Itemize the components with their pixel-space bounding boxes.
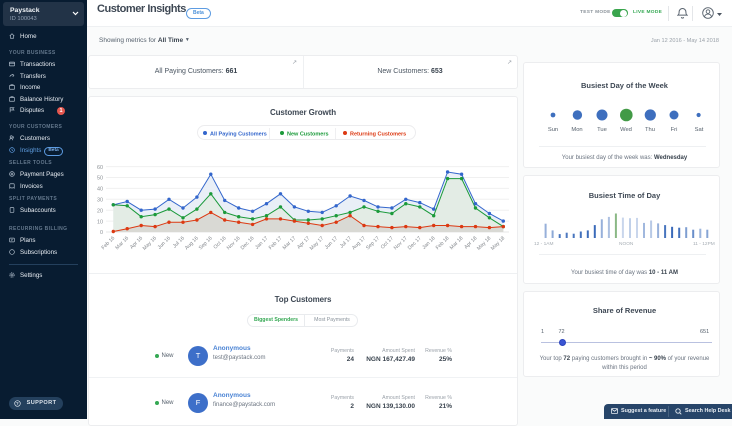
svg-text:Nov 16: Nov 16 xyxy=(226,235,242,251)
svg-text:40: 40 xyxy=(97,187,103,193)
svg-text:Oct 17: Oct 17 xyxy=(380,235,395,250)
svg-text:May 18: May 18 xyxy=(476,235,492,251)
svg-text:?: ? xyxy=(15,401,18,406)
svg-text:Nov 17: Nov 17 xyxy=(393,235,409,251)
svg-text:30: 30 xyxy=(97,198,103,204)
svg-text:Sep 16: Sep 16 xyxy=(198,235,214,251)
svg-text:Jan 18: Jan 18 xyxy=(421,235,436,250)
svg-text:Mar 17: Mar 17 xyxy=(282,235,298,251)
svg-text:Jun 17: Jun 17 xyxy=(324,235,339,250)
svg-text:May 16: May 16 xyxy=(142,235,158,251)
svg-text:10: 10 xyxy=(97,219,103,225)
svg-text:Jan 17: Jan 17 xyxy=(254,235,269,250)
svg-text:May 17: May 17 xyxy=(309,235,325,251)
svg-text:Feb 17: Feb 17 xyxy=(268,235,284,251)
svg-text:Feb 18: Feb 18 xyxy=(435,235,451,251)
svg-text:0: 0 xyxy=(100,230,103,236)
svg-text:Aug 17: Aug 17 xyxy=(351,235,367,251)
svg-text:Mar 16: Mar 16 xyxy=(114,235,130,251)
svg-text:May 18: May 18 xyxy=(490,235,506,251)
svg-text:Jun 16: Jun 16 xyxy=(157,235,172,250)
svg-text:Dec 16: Dec 16 xyxy=(240,235,256,251)
svg-text:Sep 17: Sep 17 xyxy=(365,235,381,251)
svg-text:60: 60 xyxy=(97,165,103,171)
svg-text:Dec 17: Dec 17 xyxy=(407,235,423,251)
svg-text:20: 20 xyxy=(97,208,103,214)
svg-text:Oct 16: Oct 16 xyxy=(213,235,228,250)
svg-text:Feb 16: Feb 16 xyxy=(101,235,117,251)
svg-text:Mar 18: Mar 18 xyxy=(449,235,465,251)
svg-text:50: 50 xyxy=(97,176,103,182)
svg-text:Aug 16: Aug 16 xyxy=(184,235,200,251)
